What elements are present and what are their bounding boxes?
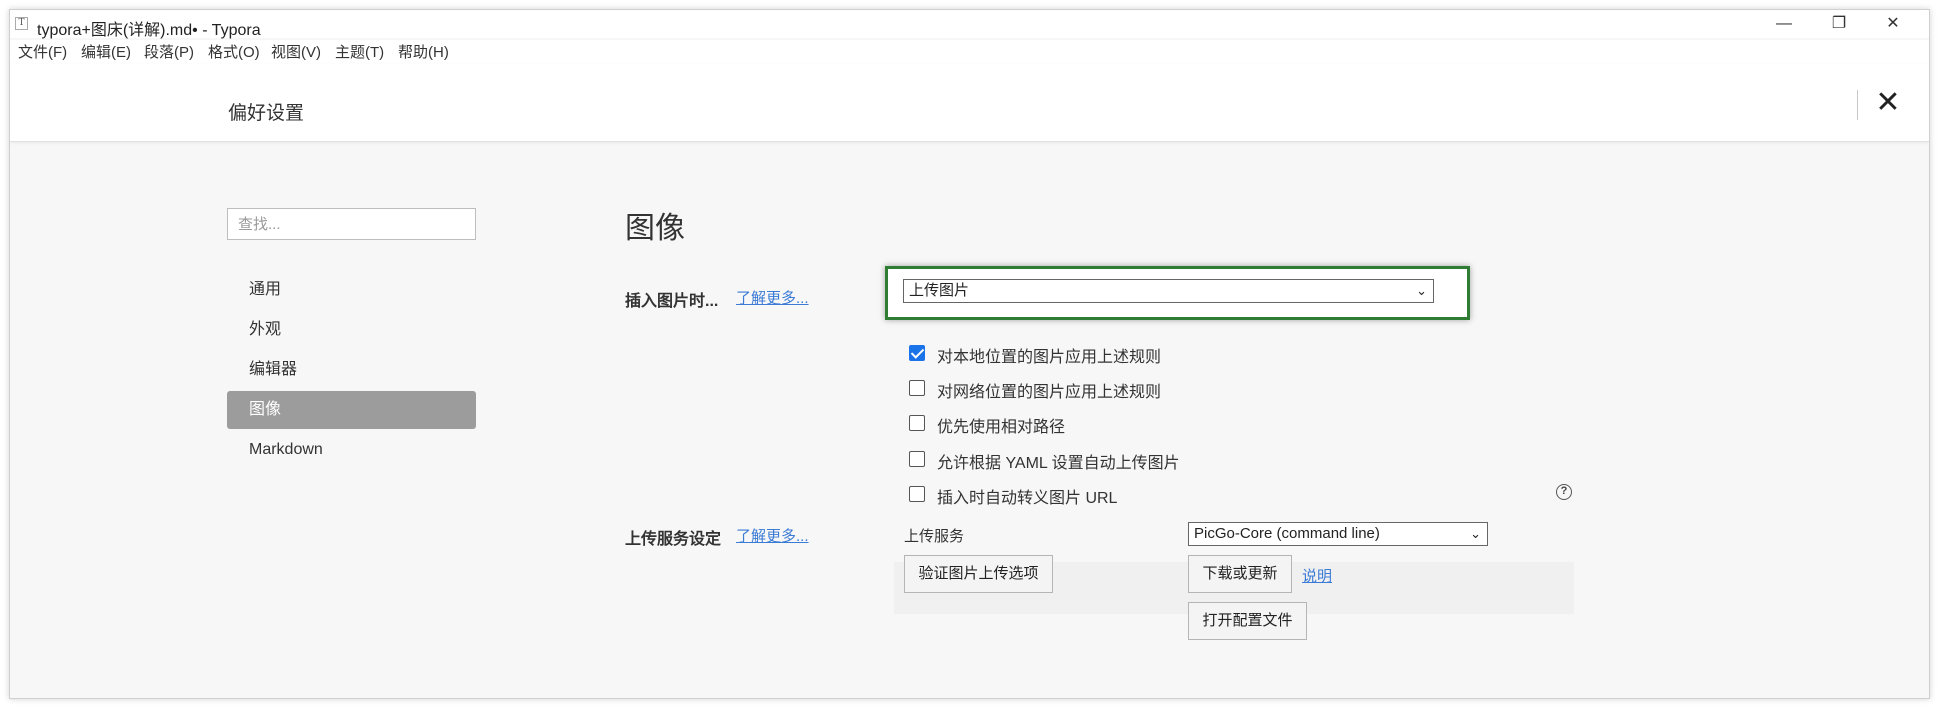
sidebar-item-editor[interactable]: 编辑器: [227, 351, 476, 389]
upload-service-field-label: 上传服务: [904, 528, 965, 545]
title-bar: T typora+图床(详解).md• - Typora — ❐ ✕: [10, 10, 1929, 39]
menu-bar: 文件(F) 编辑(E) 段落(P) 格式(O) 视图(V) 主题(T) 帮助(H…: [10, 40, 1929, 64]
checkbox-relative-path[interactable]: [909, 415, 925, 431]
insert-action-highlight: 上传图片 ⌄: [885, 266, 1470, 320]
insert-action-value: 上传图片: [909, 282, 970, 299]
insert-learn-more-link[interactable]: 了解更多...: [736, 287, 809, 308]
header-divider: [1857, 90, 1858, 120]
checkbox-label: 对网络位置的图片应用上述规则: [937, 384, 1162, 401]
minimize-button[interactable]: —: [1764, 12, 1804, 36]
menu-edit[interactable]: 编辑(E): [81, 41, 131, 62]
menu-file[interactable]: 文件(F): [18, 41, 67, 62]
window-title: typora+图床(详解).md• - Typora: [37, 22, 261, 39]
verify-upload-button[interactable]: 验证图片上传选项: [904, 555, 1053, 593]
typora-window: T typora+图床(详解).md• - Typora — ❐ ✕ 文件(F)…: [9, 9, 1930, 699]
checkbox-label: 允许根据 YAML 设置自动上传图片: [937, 455, 1180, 472]
checkbox-label: 优先使用相对路径: [937, 419, 1066, 436]
window-close-button[interactable]: ✕: [1873, 12, 1913, 36]
typora-app-icon: T: [15, 17, 28, 30]
insert-action-select[interactable]: 上传图片 ⌄: [903, 279, 1434, 303]
checkbox-apply-network[interactable]: [909, 380, 925, 396]
sidebar-item-general[interactable]: 通用: [227, 271, 476, 309]
help-icon[interactable]: ?: [1556, 484, 1572, 500]
insert-image-label: 插入图片时...: [625, 293, 719, 310]
menu-paragraph[interactable]: 段落(P): [144, 41, 194, 62]
open-config-button[interactable]: 打开配置文件: [1188, 602, 1307, 640]
menu-format[interactable]: 格式(O): [208, 41, 260, 62]
checkbox-escape-url[interactable]: [909, 486, 925, 502]
close-preferences-icon[interactable]: ✕: [1873, 88, 1903, 118]
checkbox-label: 插入时自动转义图片 URL: [937, 490, 1118, 507]
menu-theme[interactable]: 主题(T): [335, 41, 384, 62]
sidebar-item-appearance[interactable]: 外观: [227, 311, 476, 349]
preferences-search-input[interactable]: [227, 208, 476, 240]
image-section-title: 图像: [625, 212, 685, 245]
download-update-button[interactable]: 下载或更新: [1188, 555, 1292, 593]
upload-learn-more-link[interactable]: 了解更多...: [736, 525, 809, 546]
restore-button[interactable]: ❐: [1819, 12, 1859, 36]
upload-service-label: 上传服务设定: [625, 531, 722, 548]
preferences-title: 偏好设置: [228, 103, 305, 124]
chevron-down-icon: ⌄: [1416, 283, 1427, 298]
upload-service-select[interactable]: PicGo-Core (command line) ⌄: [1188, 522, 1488, 546]
upload-service-value: PicGo-Core (command line): [1194, 525, 1380, 542]
sidebar-item-markdown[interactable]: Markdown: [227, 431, 476, 469]
menu-view[interactable]: 视图(V): [271, 41, 321, 62]
checkbox-apply-local[interactable]: [909, 345, 925, 361]
checkbox-yaml-upload[interactable]: [909, 451, 925, 467]
docs-link[interactable]: 说明: [1302, 565, 1332, 586]
chevron-down-icon: ⌄: [1470, 526, 1481, 541]
sidebar-item-image[interactable]: 图像: [227, 391, 476, 429]
checkbox-label: 对本地位置的图片应用上述规则: [937, 349, 1162, 366]
menu-help[interactable]: 帮助(H): [398, 41, 449, 62]
preferences-header: 偏好设置 ✕: [10, 64, 1929, 142]
